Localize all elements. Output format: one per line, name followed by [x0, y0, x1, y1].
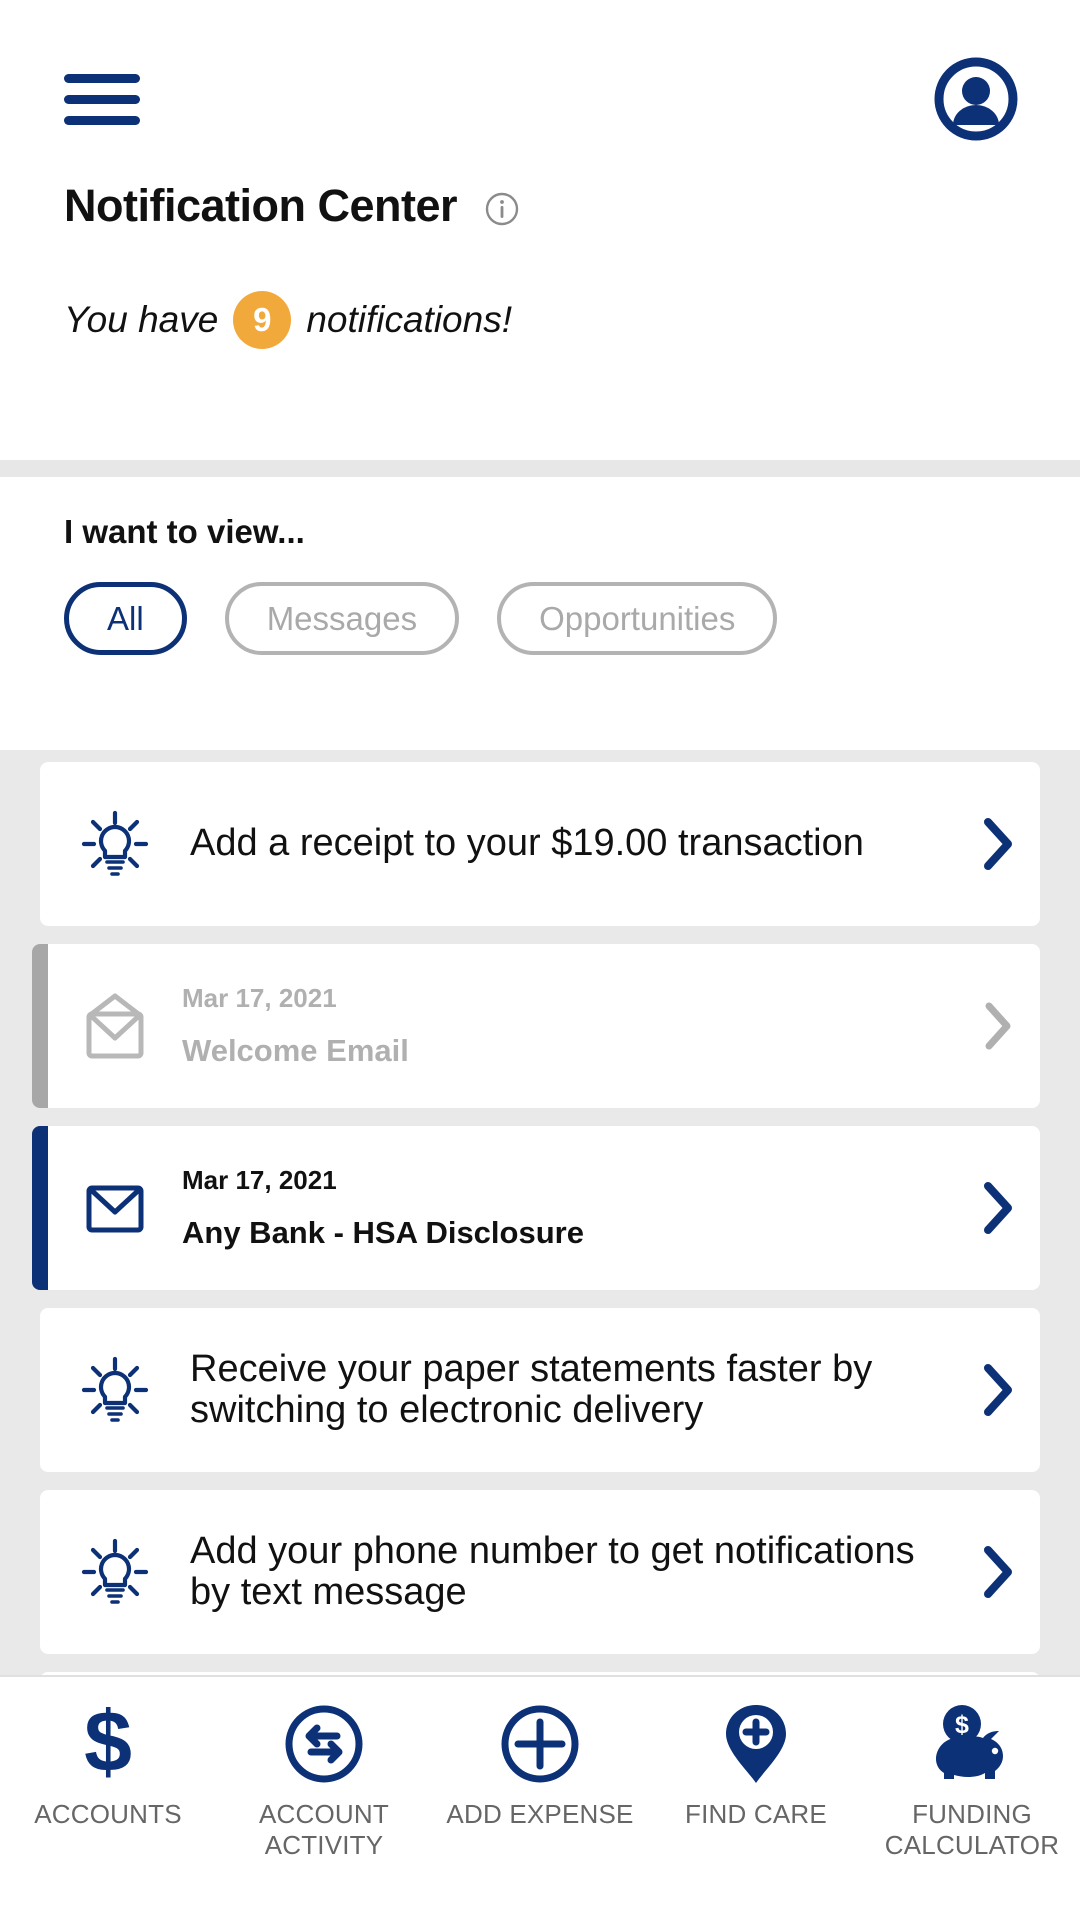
- plus-circle-icon: [499, 1701, 581, 1787]
- chevron-right-icon[interactable]: [956, 998, 1040, 1054]
- chevron-right-icon[interactable]: [956, 816, 1040, 872]
- svg-text:$: $: [955, 1711, 969, 1739]
- info-icon[interactable]: [485, 192, 519, 226]
- hamburger-bar: [64, 95, 140, 104]
- bottom-navigation-bar: $ ACCOUNTS ACCOUNT ACTIVITY ADD EXPENSE: [0, 1675, 1080, 1920]
- chevron-right-icon[interactable]: [956, 1180, 1040, 1236]
- section-divider: [0, 460, 1080, 477]
- lightbulb-icon: [76, 1536, 154, 1608]
- map-pin-medical-icon: [722, 1701, 790, 1787]
- opportunity-text: Add your phone number to get notificatio…: [190, 1531, 938, 1613]
- nav-item-add-expense[interactable]: ADD EXPENSE: [432, 1701, 648, 1830]
- lightbulb-icon: [76, 808, 154, 880]
- piggy-bank-icon: $: [929, 1701, 1015, 1787]
- notification-card-message-unread[interactable]: Mar 17, 2021 Any Bank - HSA Disclosure: [32, 1126, 1040, 1290]
- filter-chip-row: All Messages Opportunities: [64, 582, 777, 655]
- opportunity-text: Add a receipt to your $19.00 transaction: [190, 823, 938, 864]
- notification-card-opportunity[interactable]: Receive your paper statements faster by …: [40, 1308, 1040, 1472]
- nav-item-find-care[interactable]: FIND CARE: [648, 1701, 864, 1830]
- nav-label: FIND CARE: [685, 1799, 827, 1830]
- nav-item-accounts[interactable]: $ ACCOUNTS: [0, 1701, 216, 1830]
- top-bar: [0, 0, 1080, 178]
- message-date: Mar 17, 2021: [182, 1166, 938, 1195]
- message-status-bar-read: [32, 944, 48, 1108]
- dollar-sign-icon: $: [75, 1701, 141, 1787]
- nav-item-funding-calculator[interactable]: $ FUNDING CALCULATOR: [864, 1701, 1080, 1860]
- page-title: Notification Center: [64, 180, 457, 232]
- hamburger-bar: [64, 74, 140, 83]
- opportunity-text: Receive your paper statements faster by …: [190, 1349, 938, 1431]
- filter-chip-messages[interactable]: Messages: [225, 582, 459, 655]
- card-body: Add your phone number to get notificatio…: [154, 1531, 956, 1613]
- chevron-right-icon[interactable]: [956, 1362, 1040, 1418]
- hamburger-menu-icon[interactable]: [64, 74, 140, 126]
- filter-section: I want to view... All Messages Opportuni…: [0, 477, 1080, 750]
- app-header: Notification Center You have 9 notificat…: [0, 0, 1080, 460]
- notification-card-opportunity[interactable]: Add a receipt to your $19.00 transaction: [40, 762, 1040, 926]
- hamburger-bar: [64, 116, 140, 125]
- message-subject: Welcome Email: [182, 1034, 938, 1068]
- message-subject: Any Bank - HSA Disclosure: [182, 1216, 938, 1250]
- nav-label: ADD EXPENSE: [446, 1799, 633, 1830]
- message-status-bar-unread: [32, 1126, 48, 1290]
- card-body: Mar 17, 2021 Any Bank - HSA Disclosure: [154, 1166, 956, 1251]
- notification-summary: You have 9 notifications!: [64, 290, 512, 350]
- user-avatar-icon[interactable]: [934, 57, 1018, 141]
- transfer-arrows-circle-icon: [283, 1701, 365, 1787]
- nav-label: ACCOUNTS: [34, 1799, 182, 1830]
- filter-chip-opportunities[interactable]: Opportunities: [497, 582, 777, 655]
- summary-text-before: You have: [64, 299, 218, 341]
- lightbulb-icon: [76, 1354, 154, 1426]
- nav-label: FUNDING CALCULATOR: [868, 1799, 1076, 1860]
- card-body: Add a receipt to your $19.00 transaction: [154, 823, 956, 864]
- svg-text:$: $: [84, 1701, 132, 1787]
- card-body: Receive your paper statements faster by …: [154, 1349, 956, 1431]
- message-date: Mar 17, 2021: [182, 984, 938, 1013]
- nav-label: ACCOUNT ACTIVITY: [220, 1799, 428, 1860]
- notification-card-message-read[interactable]: Mar 17, 2021 Welcome Email: [32, 944, 1040, 1108]
- summary-text-after: notifications!: [306, 299, 512, 341]
- notification-card-opportunity[interactable]: Add your phone number to get notificatio…: [40, 1490, 1040, 1654]
- filter-label: I want to view...: [64, 513, 305, 551]
- envelope-closed-icon: [76, 1174, 154, 1242]
- filter-chip-all[interactable]: All: [64, 582, 187, 655]
- page-title-row: Notification Center: [64, 180, 519, 232]
- notification-count-badge: 9: [233, 291, 291, 349]
- envelope-open-icon: [76, 992, 154, 1060]
- card-body: Mar 17, 2021 Welcome Email: [154, 984, 956, 1069]
- nav-item-account-activity[interactable]: ACCOUNT ACTIVITY: [216, 1701, 432, 1860]
- chevron-right-icon[interactable]: [956, 1544, 1040, 1600]
- notification-list[interactable]: Add a receipt to your $19.00 transaction…: [0, 750, 1080, 1675]
